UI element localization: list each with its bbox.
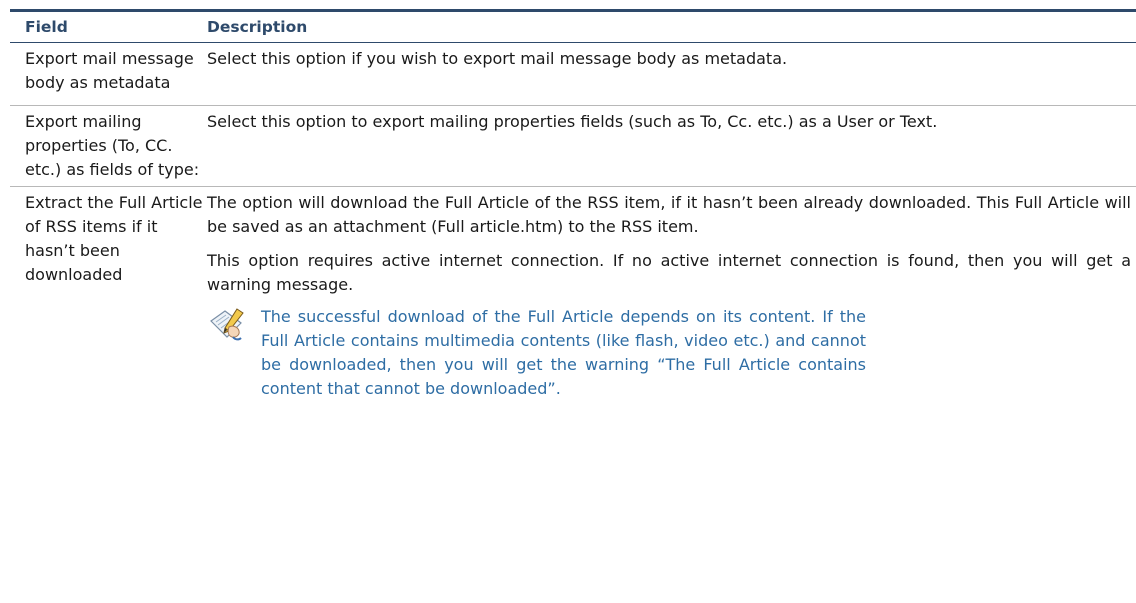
field-description: Select this option to export mailing pro… [207,112,938,131]
table-header-row: Field Description [10,12,1136,43]
field-name: Export mail message body as metadata [25,49,194,92]
header-field: Field [25,18,68,36]
field-description: The option will download the Full Articl… [207,187,1136,401]
note-text: The successful download of the Full Arti… [261,307,866,398]
field-description: Select this option if you wish to export… [207,49,788,68]
table-row: Export mailing properties (To, CC. etc.)… [10,106,1136,187]
description-paragraph: The option will download the Full Articl… [207,193,1131,236]
table-row: Export mail message body as metadata Sel… [10,43,1136,106]
field-description-table: Field Description Export mail message bo… [10,9,1136,550]
header-description: Description [207,18,308,36]
table-row: Extract the Full Article of RSS items if… [10,187,1136,550]
note-pencil-icon [207,307,245,343]
field-name: Export mailing properties (To, CC. etc.)… [25,112,200,179]
field-name: Extract the Full Article of RSS items if… [25,193,203,284]
note-callout: The successful download of the Full Arti… [207,305,1136,401]
description-paragraph: This option requires active internet con… [207,251,1131,294]
